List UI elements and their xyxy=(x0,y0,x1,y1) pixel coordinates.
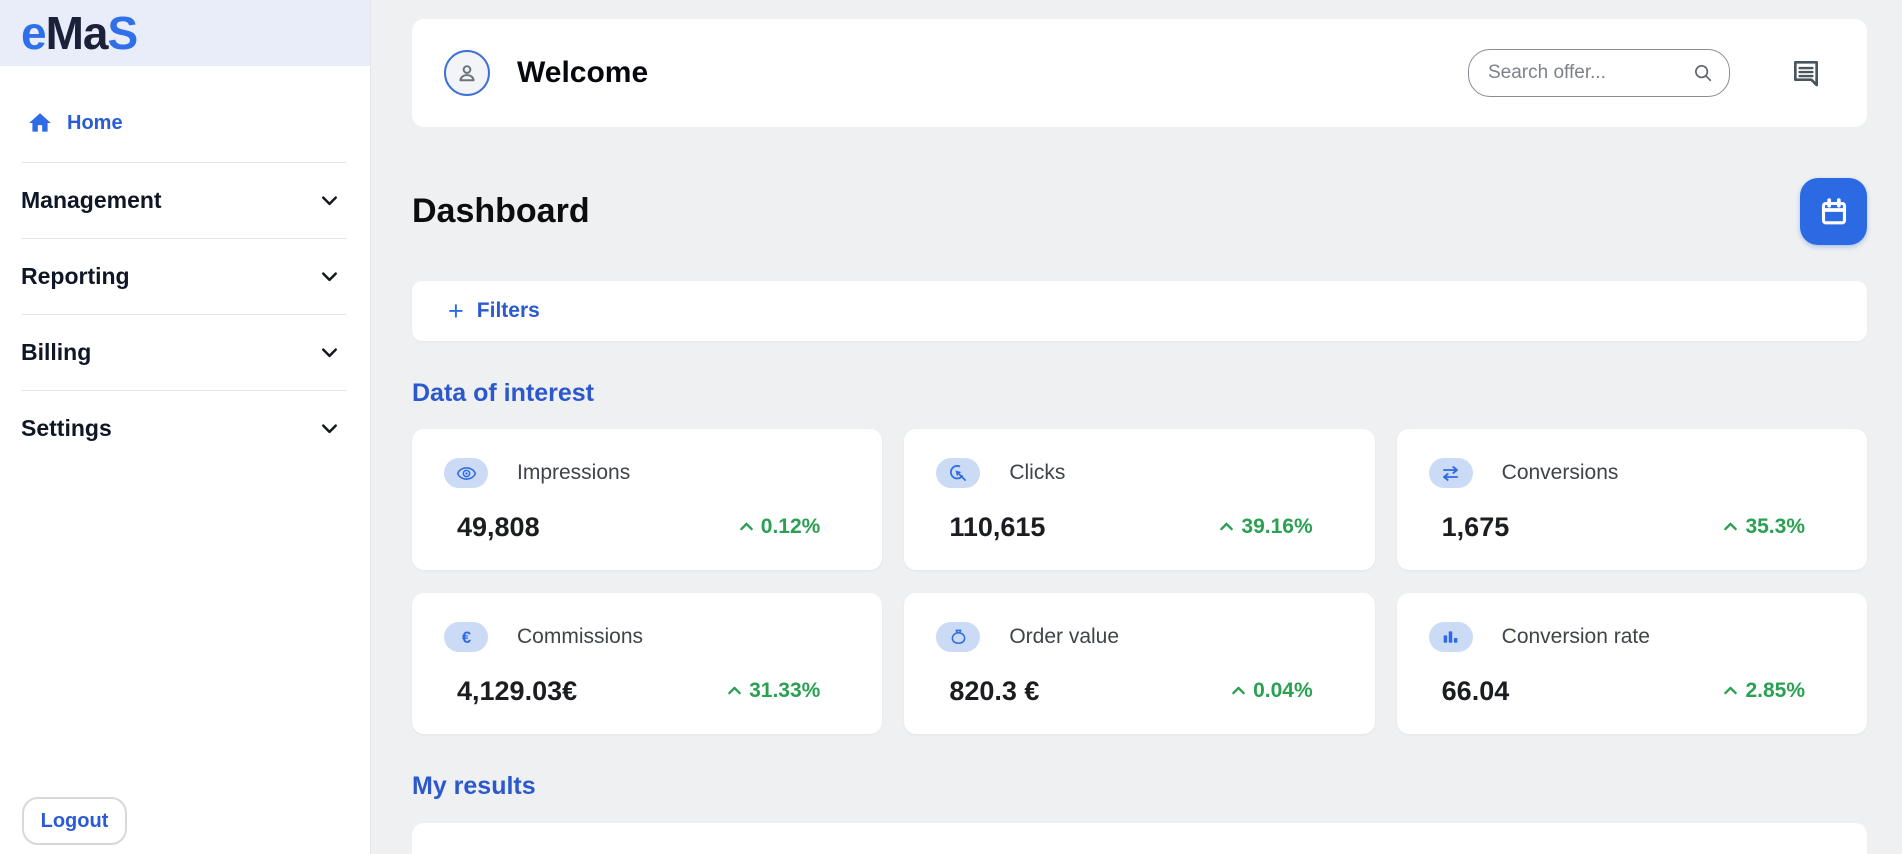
my-results-card xyxy=(412,823,1867,854)
search-box xyxy=(1468,49,1730,97)
plus-icon: + xyxy=(448,295,464,326)
metric-value: 4,129.03€ xyxy=(457,676,578,706)
page-title: Dashboard xyxy=(412,192,590,230)
metric-card: Conversion rate 66.04 2.85% xyxy=(1396,593,1867,734)
metric-value: 49,808 xyxy=(457,512,540,542)
metric-card: Order value 820.3 € 0.04% xyxy=(904,593,1375,734)
metric-head: Conversions xyxy=(1428,458,1619,488)
eye-icon xyxy=(456,463,477,484)
chevron-down-icon xyxy=(318,417,341,440)
metric-card: Clicks 110,615 39.16% xyxy=(904,429,1375,570)
search-icon[interactable] xyxy=(1692,62,1714,84)
filters-label: Filters xyxy=(476,299,540,322)
nav-label: Reporting xyxy=(21,263,130,289)
section-heading-data-of-interest: Data of interest xyxy=(412,379,594,407)
logout-button[interactable]: Logout xyxy=(22,797,127,845)
metric-change: 2.85% xyxy=(1721,679,1805,703)
nav-label: Settings xyxy=(21,415,112,441)
metric-value: 820.3 € xyxy=(949,676,1040,706)
metric-card: Conversions 1,675 35.3% xyxy=(1396,429,1867,570)
main-content: Welcome Dashboard + Filters Data of inte… xyxy=(372,0,1902,854)
metric-label: Order value xyxy=(1009,625,1120,648)
caret-up-icon xyxy=(1229,682,1248,701)
metric-change: 0.12% xyxy=(737,515,821,539)
search-input[interactable] xyxy=(1468,49,1730,97)
chevron-down-icon xyxy=(318,265,341,288)
caret-up-icon xyxy=(1721,682,1740,701)
logo-part-2: Ma xyxy=(45,7,109,59)
sidebar: eMaS Home Management Reporting Billing S… xyxy=(0,0,371,854)
chevron-down-icon xyxy=(318,341,341,364)
metric-head: Impressions xyxy=(444,458,630,488)
metric-head: Commissions xyxy=(444,622,643,652)
metric-change: 0.04% xyxy=(1229,679,1313,703)
money-bag-icon xyxy=(948,627,969,648)
sidebar-item-billing[interactable]: Billing xyxy=(0,315,370,390)
app-logo: eMaS xyxy=(21,7,139,59)
conversions-icon xyxy=(1440,463,1461,484)
calendar-icon xyxy=(1817,195,1851,229)
sidebar-item-settings[interactable]: Settings xyxy=(0,391,370,466)
caret-up-icon xyxy=(737,518,756,537)
calendar-button[interactable] xyxy=(1800,178,1867,245)
metric-change: 35.3% xyxy=(1721,515,1805,539)
metric-icon-pill xyxy=(444,458,488,488)
metric-change: 31.33% xyxy=(725,679,820,703)
metric-value: 66.04 xyxy=(1441,676,1510,706)
home-label: Home xyxy=(67,111,123,134)
person-icon xyxy=(454,60,480,86)
nav-label: Billing xyxy=(21,339,92,365)
metric-icon-pill xyxy=(1428,458,1473,488)
home-icon xyxy=(27,110,53,136)
metric-change-value: 0.12% xyxy=(760,515,821,538)
metric-icon-pill xyxy=(936,622,981,652)
metric-label: Conversions xyxy=(1501,461,1619,484)
welcome-title: Welcome xyxy=(517,56,649,89)
sidebar-item-home[interactable]: Home xyxy=(0,103,370,143)
metric-icon-pill xyxy=(1428,622,1473,652)
metric-label: Conversion rate xyxy=(1501,625,1650,648)
metric-icon-pill xyxy=(936,458,981,488)
metric-label: Commissions xyxy=(517,625,644,648)
metric-value: 1,675 xyxy=(1441,512,1510,542)
metric-change-value: 31.33% xyxy=(749,679,821,702)
dashboard-header-row: Dashboard xyxy=(412,178,1867,245)
metric-label: Impressions xyxy=(517,461,631,484)
metric-head: Conversion rate xyxy=(1428,622,1650,652)
chat-icon xyxy=(1790,57,1822,89)
metric-card: Commissions 4,129.03€ 31.33% xyxy=(412,593,883,734)
filters-bar[interactable]: + Filters xyxy=(412,281,1867,341)
avatar[interactable] xyxy=(444,50,490,96)
caret-up-icon xyxy=(725,682,744,701)
metric-head: Order value xyxy=(936,622,1119,652)
metrics-grid: Impressions 49,808 0.12% Clicks 110,615 … xyxy=(412,429,1867,734)
nav-label: Management xyxy=(21,187,162,213)
euro-icon xyxy=(456,627,477,648)
logo-part-1: e xyxy=(21,7,47,59)
logo-part-3: S xyxy=(107,7,139,59)
metric-change-value: 0.04% xyxy=(1253,679,1313,702)
chevron-down-icon xyxy=(318,189,341,212)
metric-change: 39.16% xyxy=(1217,515,1313,539)
bar-chart-icon xyxy=(1440,627,1461,648)
metric-change-value: 35.3% xyxy=(1745,515,1805,538)
welcome-card: Welcome xyxy=(412,19,1867,127)
metric-label: Clicks xyxy=(1009,461,1066,484)
metric-change-value: 39.16% xyxy=(1241,515,1313,538)
metric-card: Impressions 49,808 0.12% xyxy=(412,429,883,570)
metric-change-value: 2.85% xyxy=(1745,679,1805,702)
metric-value: 110,615 xyxy=(949,512,1046,542)
chat-button[interactable] xyxy=(1790,57,1822,89)
sidebar-item-reporting[interactable]: Reporting xyxy=(0,239,370,314)
metric-head: Clicks xyxy=(936,458,1065,488)
logo-bar: eMaS xyxy=(0,0,370,66)
click-icon xyxy=(948,463,969,484)
metric-icon-pill xyxy=(444,622,488,652)
section-heading-my-results: My results xyxy=(412,772,536,800)
caret-up-icon xyxy=(1217,518,1236,537)
caret-up-icon xyxy=(1721,518,1740,537)
sidebar-item-management[interactable]: Management xyxy=(0,163,370,238)
